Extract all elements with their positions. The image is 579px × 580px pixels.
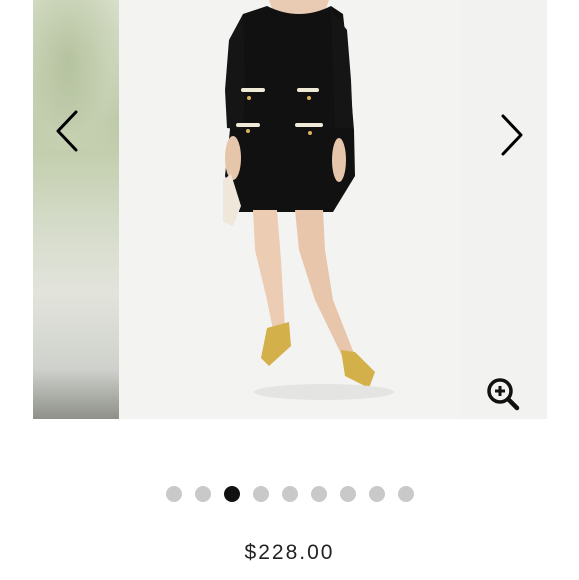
product-image-carousel[interactable] (0, 0, 579, 419)
next-slide-peek[interactable] (461, 0, 547, 419)
pagination-dot-active[interactable] (223, 486, 240, 502)
chevron-right-icon (501, 114, 523, 156)
next-image-button[interactable] (492, 110, 532, 160)
previous-image-button[interactable] (47, 106, 87, 156)
pagination-dot[interactable] (368, 486, 385, 502)
pagination-dot[interactable] (252, 486, 269, 502)
pagination-dot[interactable] (397, 486, 414, 502)
pagination-dot[interactable] (194, 486, 211, 502)
pagination-dot[interactable] (281, 486, 298, 502)
model-in-dress-image (223, 0, 394, 400)
gold-shoe-right (341, 350, 375, 388)
previous-slide-peek[interactable] (33, 0, 119, 419)
zoom-in-icon (487, 378, 520, 411)
pagination-dot[interactable] (310, 486, 327, 502)
product-price: $228.00 (244, 541, 335, 564)
pagination-dot[interactable] (165, 486, 182, 502)
current-product-image[interactable] (119, 0, 461, 419)
gold-shoe-left (261, 322, 291, 366)
carousel-pagination (0, 486, 579, 504)
zoom-button[interactable] (485, 376, 521, 412)
pagination-dot[interactable] (339, 486, 356, 502)
chevron-left-icon (56, 110, 78, 152)
